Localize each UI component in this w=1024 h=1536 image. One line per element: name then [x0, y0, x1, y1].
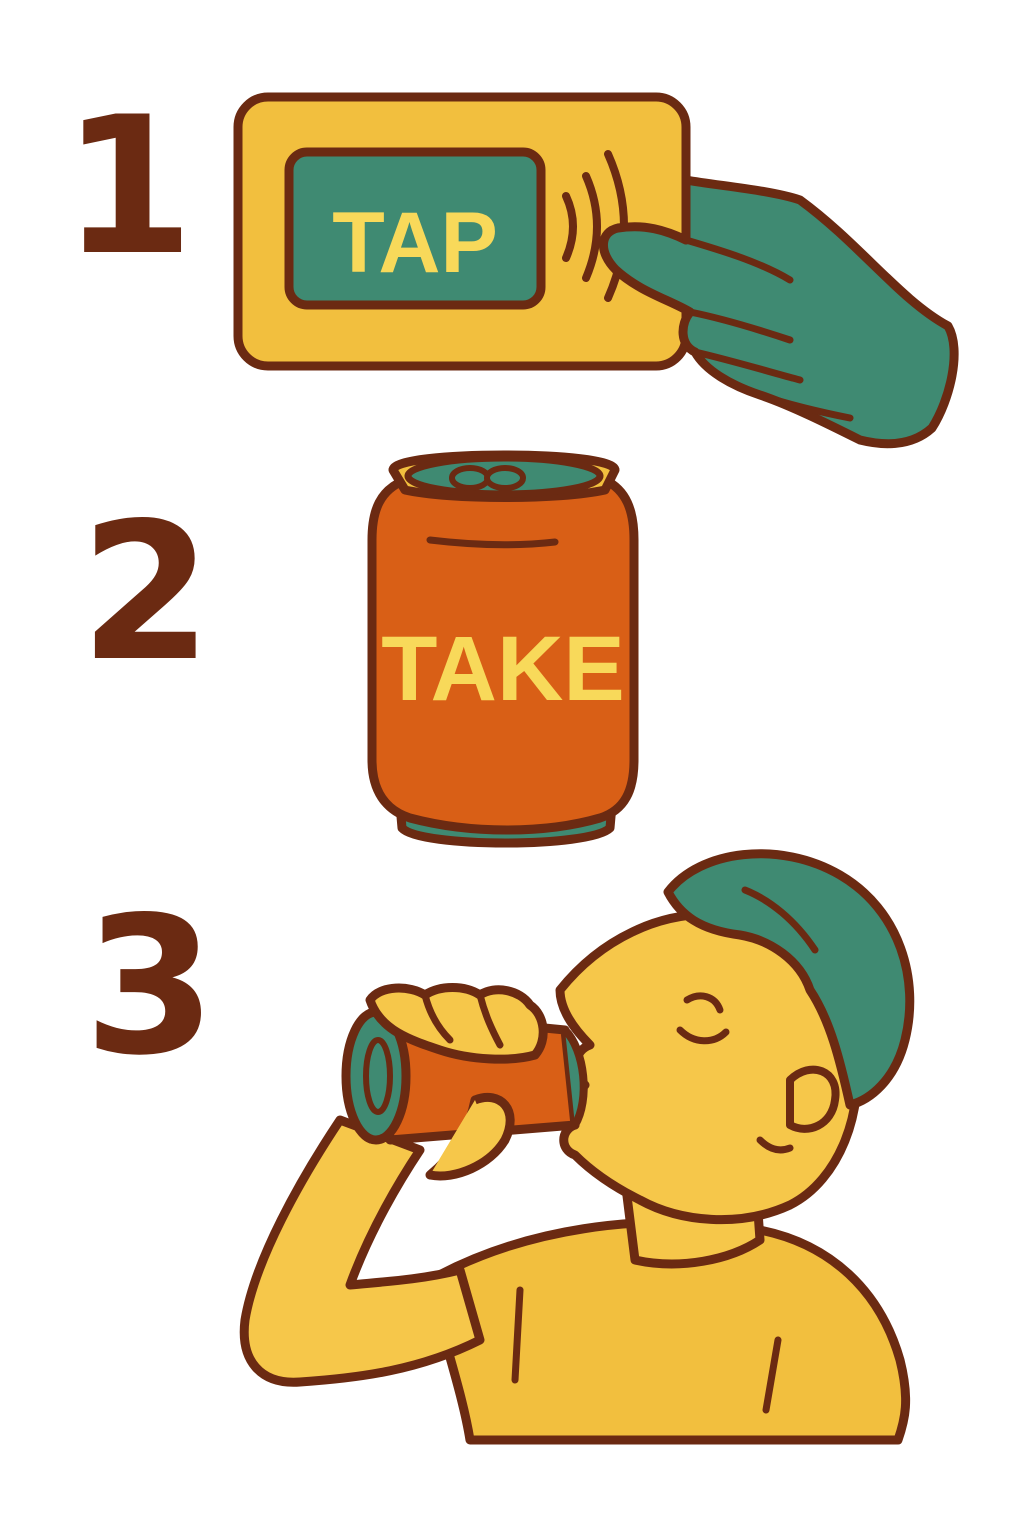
step-1: 1 TAP	[62, 76, 959, 449]
tap-label: TAP	[332, 195, 498, 291]
step-2-number: 2	[80, 482, 212, 703]
step-3: 3	[84, 849, 915, 1445]
soda-can-icon: TAKE	[367, 450, 639, 848]
step-2: 2 TAKE	[80, 450, 639, 848]
step-3-number: 3	[84, 876, 216, 1097]
take-label: TAKE	[381, 618, 625, 720]
three-step-instructions: 1 TAP 2 TAKE 3	[62, 76, 959, 1445]
person-drinking-icon	[239, 849, 915, 1445]
tap-card-icon: TAP	[233, 92, 959, 449]
step-1-number: 1	[62, 76, 194, 297]
